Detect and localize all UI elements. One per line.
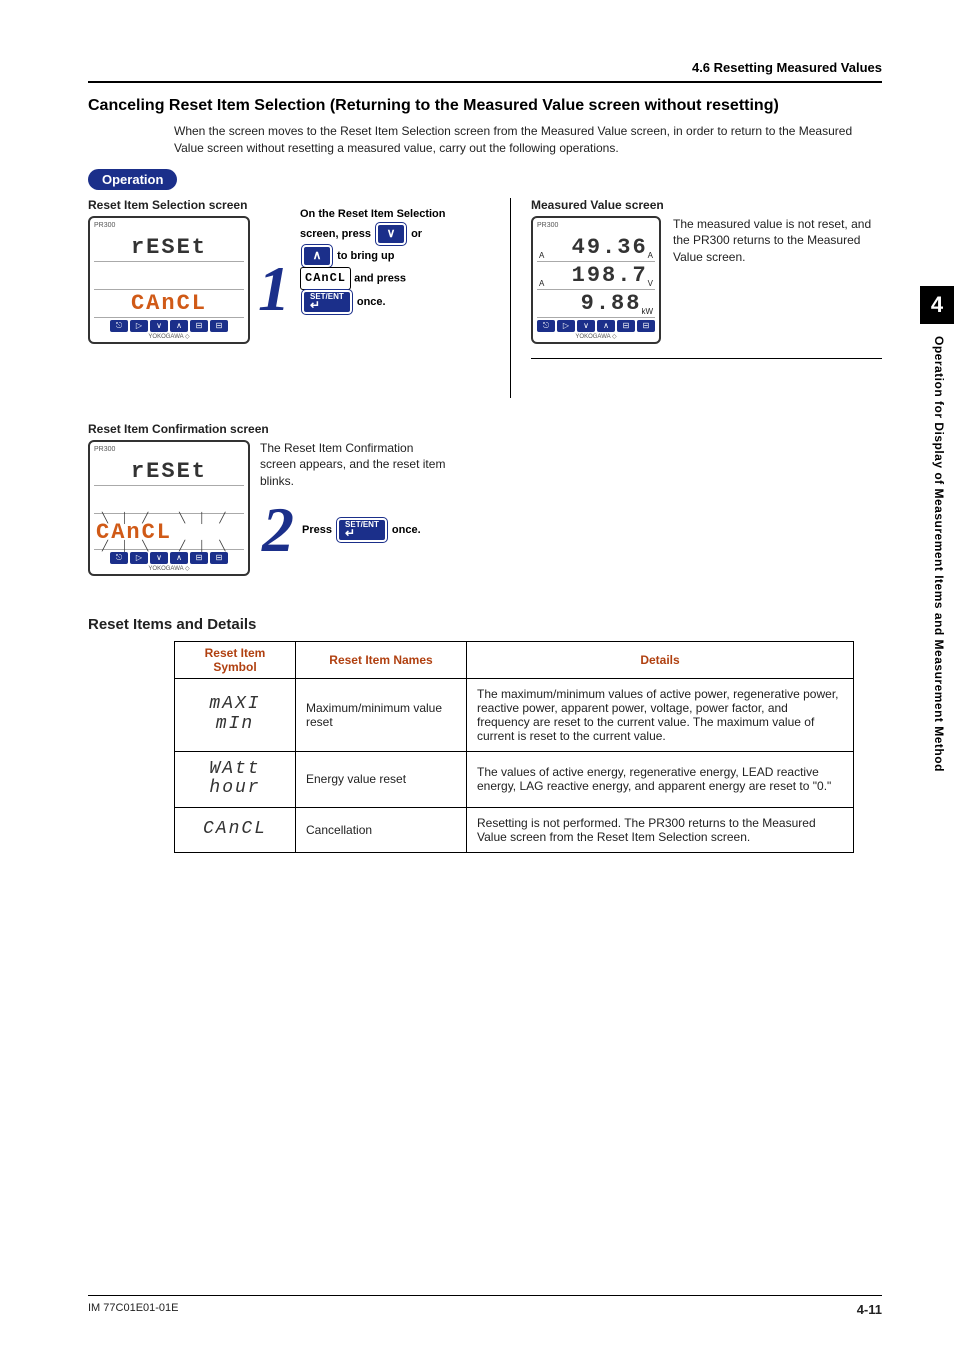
det-cancel: Resetting is not performed. The PR300 re… — [467, 808, 854, 853]
reset-confirm-label: Reset Item Confirmation screen — [88, 422, 882, 436]
table-row: CAnCL Cancellation Resetting is not perf… — [175, 808, 854, 853]
intro-text: When the screen moves to the Reset Item … — [174, 123, 882, 157]
doc-number: IM 77C01E01-01E — [88, 1302, 179, 1317]
symbol-watt: WAtt — [185, 760, 285, 780]
th-symbol: Reset Item Symbol — [175, 641, 296, 678]
name-energy: Energy value reset — [296, 751, 467, 808]
table-row: WAtt hour Energy value reset The values … — [175, 751, 854, 808]
lcd-meas-2: 198.7 — [544, 263, 647, 288]
reset-items-table: Reset Item Symbol Reset Item Names Detai… — [174, 641, 854, 854]
lcd-brand-3: YOKOGAWA ◇ — [94, 564, 244, 572]
lcd-reset-confirm: PR300 rESEt ╲│╱ ╲│╱ CAnCL ╱│╲ ╱│╲ ⎋▷∨∧⊟⊟… — [88, 440, 250, 576]
setent-key-icon-2: SET/ENT↵ — [337, 518, 387, 542]
chapter-tab: 4 — [920, 286, 954, 324]
symbol-hour: hour — [185, 779, 285, 799]
step-1-text: On the Reset Item Selection screen, pres… — [300, 206, 445, 315]
step-2-number: 2 — [262, 504, 294, 555]
symbol-maxi: mAXI — [185, 695, 285, 715]
reset-items-title: Reset Items and Details — [88, 616, 882, 633]
cancl-display-box: CAnCL — [300, 267, 351, 290]
up-key-icon: ∧ — [302, 245, 332, 267]
lcd-text-reset: rESEt — [96, 235, 242, 260]
confirm-text: The Reset Item Confirmation screen appea… — [260, 440, 450, 490]
lcd-text-cancl: CAnCL — [96, 291, 242, 316]
cancel-title: Canceling Reset Item Selection (Returnin… — [88, 97, 882, 115]
det-maxmin: The maximum/minimum values of active pow… — [467, 678, 854, 751]
operation-pill: Operation — [88, 169, 177, 190]
lcd-meas-1: 49.36 — [544, 235, 647, 260]
lcd-reset-selection: PR300 rESEt CAnCL ⎋▷∨∧⊟⊟ YOKOGAWA ◇ — [88, 216, 250, 344]
symbol-cancl: CAnCL — [185, 820, 285, 840]
lcd-text-reset-2: rESEt — [96, 459, 242, 484]
symbol-min: mIn — [185, 715, 285, 735]
page-footer: IM 77C01E01-01E 4-11 — [88, 1295, 882, 1317]
step-1-number: 1 — [258, 263, 290, 314]
name-maxmin: Maximum/minimum value reset — [296, 678, 467, 751]
lcd-brand-top-3: PR300 — [94, 446, 115, 453]
section-header: 4.6 Resetting Measured Values — [88, 60, 882, 83]
lcd-brand: YOKOGAWA ◇ — [94, 332, 244, 340]
det-energy: The values of active energy, regenerativ… — [467, 751, 854, 808]
lcd-brand-2: YOKOGAWA ◇ — [537, 332, 655, 340]
lcd-brand-top-2: PR300 — [537, 222, 558, 229]
th-details: Details — [467, 641, 854, 678]
measured-value-label: Measured Value screen — [531, 198, 882, 212]
lcd-measured-value: PR300 A49.36A A198.7V 9.88kW ⎋▷∨∧⊟⊟ YOKO… — [531, 216, 661, 344]
measured-note: The measured value is not reset, and the… — [673, 216, 882, 266]
table-row: mAXI mIn Maximum/minimum value reset The… — [175, 678, 854, 751]
name-cancel: Cancellation — [296, 808, 467, 853]
page-number: 4-11 — [857, 1302, 882, 1317]
setent-key-icon: SET/ENT↵ — [302, 290, 352, 314]
lcd-meas-3: 9.88 — [539, 291, 641, 316]
blink-marks-icon-2: ╱│╲ ╱│╲ — [102, 541, 242, 552]
step-2-text: Press SET/ENT↵ once. — [302, 518, 421, 542]
lcd-brand-top: PR300 — [94, 222, 115, 229]
th-name: Reset Item Names — [296, 641, 467, 678]
down-key-icon: ∨ — [376, 223, 406, 245]
chapter-side-text: Operation for Display of Measurement Ite… — [932, 336, 946, 896]
